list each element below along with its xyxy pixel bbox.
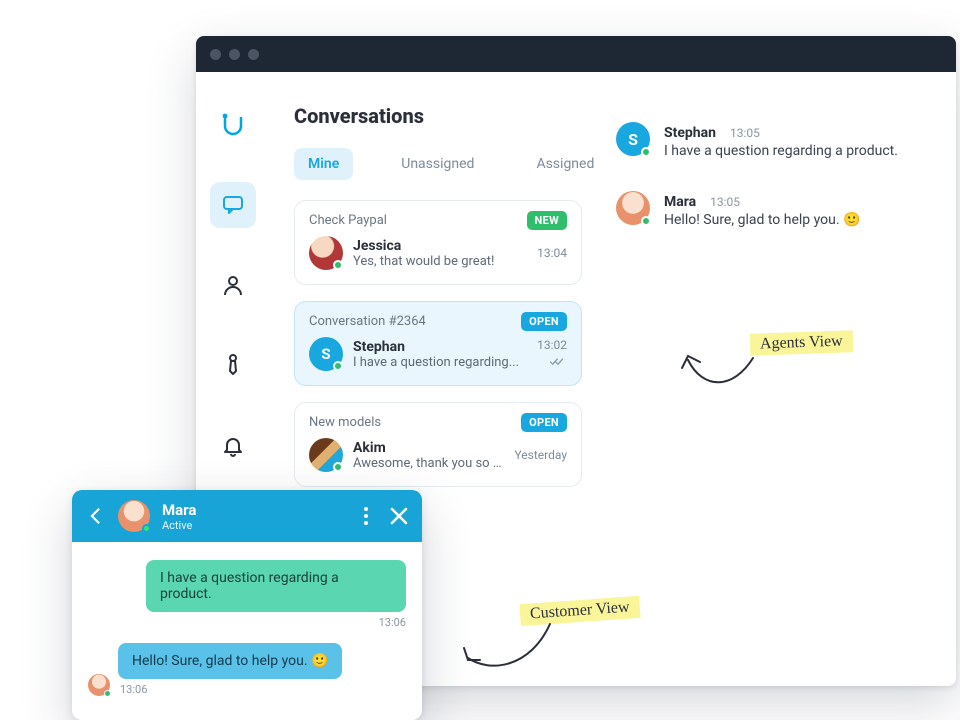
avatar: [118, 500, 150, 532]
conversation-tabs: Mine Unassigned Assigned: [294, 148, 582, 180]
traffic-light-max[interactable]: [248, 49, 259, 60]
conversation-title: Check Paypal: [309, 213, 387, 228]
agent-chat-panel: S Stephan 13:05 I have a question regard…: [596, 72, 956, 686]
presence-dot: [142, 524, 151, 533]
read-receipt-icon: [537, 356, 567, 370]
nav-contacts[interactable]: [210, 262, 256, 308]
traffic-light-close[interactable]: [210, 49, 221, 60]
timestamp: Yesterday: [514, 448, 567, 462]
agent-status: Active: [162, 519, 196, 532]
customer-chat-widget: Mara Active I have a question regarding …: [72, 490, 422, 720]
timestamp: 13:05: [710, 195, 740, 209]
avatar-initial: S: [628, 130, 638, 149]
status-badge: OPEN: [521, 413, 567, 432]
presence-dot: [104, 690, 111, 697]
avatar: S: [309, 337, 343, 371]
presence-dot: [333, 462, 343, 472]
avatar-initial: S: [321, 345, 330, 363]
message-text: I have a question regarding a product.: [664, 143, 898, 159]
chat-icon: [221, 193, 245, 217]
presence-dot: [333, 361, 343, 371]
contact-name: Jessica: [353, 238, 527, 254]
timestamp: 13:05: [730, 126, 760, 140]
nav-conversations[interactable]: [210, 182, 256, 228]
nav-agents[interactable]: [210, 342, 256, 388]
window-titlebar: [196, 36, 956, 72]
agent-name: Mara: [162, 501, 196, 519]
status-badge: OPEN: [521, 312, 567, 331]
close-button[interactable]: [390, 507, 408, 525]
tab-unassigned[interactable]: Unassigned: [387, 148, 488, 180]
widget-header: Mara Active: [72, 490, 422, 542]
conversation-title: Conversation #2364: [309, 314, 426, 329]
nav-notifications[interactable]: [210, 422, 256, 468]
page-title: Conversations: [294, 104, 582, 128]
person-icon: [221, 273, 245, 297]
logo-icon: [221, 113, 245, 137]
chat-message-incoming: Hello! Sure, glad to help you. 🙂 13:06: [88, 643, 406, 696]
logo: [210, 102, 256, 148]
chat-message: Mara 13:05 Hello! Sure, glad to help you…: [616, 191, 926, 228]
annotation-customer-view: Customer View: [520, 600, 640, 622]
sender-name: Mara: [664, 194, 696, 210]
back-button[interactable]: [86, 506, 106, 526]
sender-name: Stephan: [664, 125, 716, 141]
tab-mine[interactable]: Mine: [294, 148, 353, 180]
message-bubble: Hello! Sure, glad to help you. 🙂: [118, 643, 342, 679]
timestamp: 13:02: [537, 338, 567, 352]
bell-icon: [221, 433, 245, 457]
widget-body: I have a question regarding a product. 1…: [72, 542, 422, 720]
timestamp: 13:06: [120, 683, 342, 696]
message-header: Mara 13:05: [664, 191, 860, 210]
avatar: [309, 236, 343, 270]
contact-name: Stephan: [353, 339, 527, 355]
message-text: Hello! Sure, glad to help you. 🙂: [664, 212, 860, 228]
more-menu-button[interactable]: [358, 506, 374, 526]
conversation-card[interactable]: New models OPEN Akim Awesome, thank you …: [294, 402, 582, 487]
chat-message-outgoing: I have a question regarding a product. 1…: [88, 560, 406, 629]
tie-icon: [221, 353, 245, 377]
message-header: Stephan 13:05: [664, 122, 898, 141]
avatar: [309, 438, 343, 472]
avatar: [88, 674, 110, 696]
timestamp: 13:04: [537, 246, 567, 260]
timestamp: 13:06: [379, 616, 406, 629]
conversation-card[interactable]: Conversation #2364 OPEN S Stephan I have…: [294, 301, 582, 386]
widget-title: Mara Active: [162, 501, 196, 532]
message-preview: I have a question regarding...: [353, 355, 527, 370]
presence-dot: [333, 260, 343, 270]
message-bubble: I have a question regarding a product.: [146, 560, 406, 612]
chat-message: S Stephan 13:05 I have a question regard…: [616, 122, 926, 159]
message-preview: Awesome, thank you so much.: [353, 456, 504, 471]
presence-dot: [641, 216, 651, 226]
conversation-card[interactable]: Check Paypal NEW Jessica Yes, that would…: [294, 200, 582, 285]
arrow-icon: [678, 340, 768, 400]
annotation-agents-view: Agents View: [750, 332, 853, 354]
presence-dot: [641, 147, 651, 157]
traffic-light-min[interactable]: [229, 49, 240, 60]
avatar: [616, 191, 650, 225]
avatar: S: [616, 122, 650, 156]
contact-name: Akim: [353, 440, 504, 456]
message-preview: Yes, that would be great!: [353, 254, 527, 269]
status-badge: NEW: [527, 211, 567, 230]
conversation-title: New models: [309, 415, 381, 430]
arrow-icon: [460, 618, 560, 688]
